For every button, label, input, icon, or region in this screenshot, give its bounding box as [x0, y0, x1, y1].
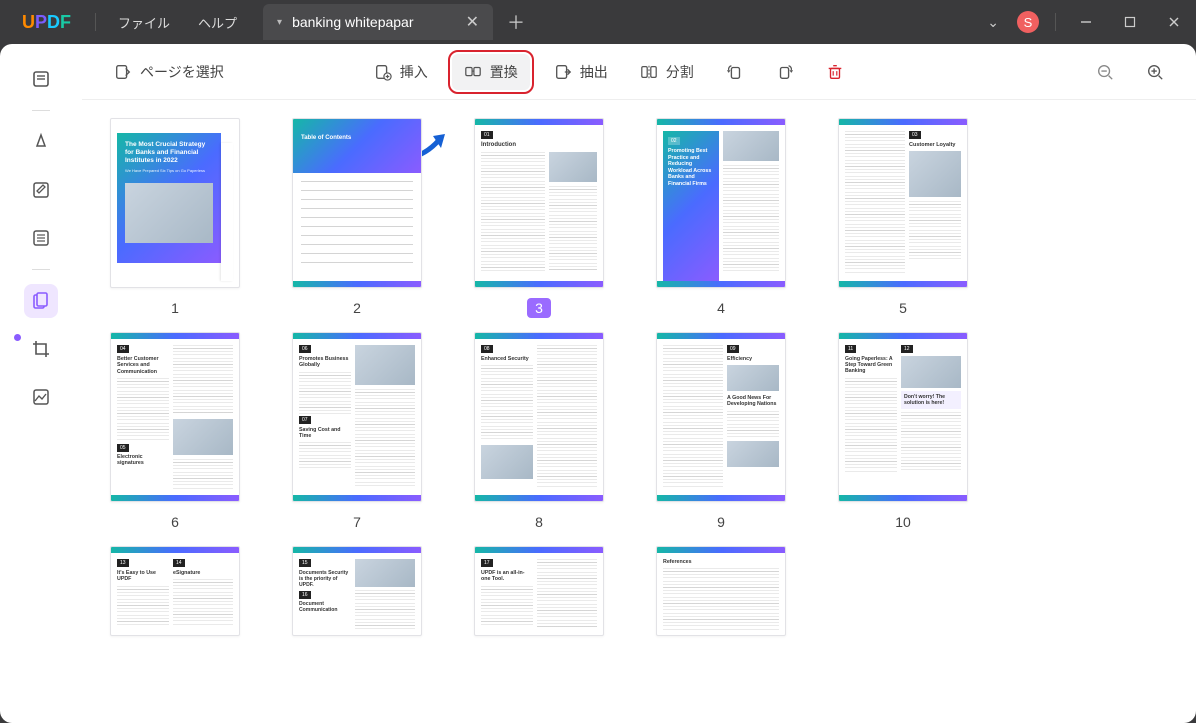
page-number: 1	[163, 298, 187, 318]
select-icon	[114, 63, 132, 81]
select-pages-button[interactable]: ページを選択	[102, 54, 236, 90]
rotate-left-button[interactable]	[714, 55, 756, 89]
page-thumbnail[interactable]: 03 Customer Loyalty	[838, 118, 968, 288]
split-label: 分割	[666, 62, 694, 82]
insert-label: 挿入	[400, 62, 428, 82]
crop-tool-icon[interactable]	[24, 332, 58, 366]
tab-close-icon[interactable]: ✕	[466, 12, 479, 32]
new-tab-button[interactable]: ＋	[493, 9, 539, 35]
page-number: 6	[163, 512, 187, 532]
page-thumbnail[interactable]: 15 Documents Security is the priority of…	[292, 546, 422, 636]
split-button[interactable]: 分割	[628, 54, 706, 90]
page-thumbnail[interactable]: The Most Crucial Strategy for Banks and …	[110, 118, 240, 288]
rotate-right-icon	[776, 63, 794, 81]
page-number: 5	[891, 298, 915, 318]
page-thumbnail[interactable]: Table of Contents	[292, 118, 422, 288]
insert-icon	[374, 63, 392, 81]
menu-help[interactable]: ヘルプ	[184, 13, 251, 32]
zoom-in-icon	[1146, 63, 1164, 81]
divider	[95, 13, 96, 31]
page-thumbnail[interactable]: 17 UPDF is an all-in-one Tool.	[474, 546, 604, 636]
reader-tool-icon[interactable]	[24, 62, 58, 96]
page-grid: The Most Crucial Strategy for Banks and …	[82, 100, 1196, 723]
page-number: 2	[345, 298, 369, 318]
tab-title: banking whitepapar	[292, 14, 466, 30]
page-thumbnail[interactable]: 01 Introduction	[474, 118, 604, 288]
page-toolbar: ページを選択 挿入 置換 抽出	[82, 44, 1196, 100]
window-close-button[interactable]	[1152, 0, 1196, 44]
watermark-tool-icon[interactable]	[24, 380, 58, 414]
app-logo: UPDF	[0, 12, 87, 33]
page-thumbnail[interactable]: 11 Going Paperless: A Step Toward Green …	[838, 332, 968, 502]
delete-button[interactable]	[814, 55, 856, 89]
page-number: 9	[709, 512, 733, 532]
organize-pages-tool-icon[interactable]	[24, 284, 58, 318]
page-thumbnail[interactable]: 06 Promotes Business Globally 07 Saving …	[292, 332, 422, 502]
divider	[1055, 13, 1056, 31]
rotate-left-icon	[726, 63, 744, 81]
ocr-tool-icon[interactable]	[24, 221, 58, 255]
select-pages-label: ページを選択	[140, 62, 224, 82]
zoom-out-button[interactable]	[1084, 55, 1126, 89]
menu-file[interactable]: ファイル	[104, 13, 184, 32]
page-thumbnail[interactable]: 13 It's Easy to Use UPDF 14 eSignature	[110, 546, 240, 636]
zoom-out-icon	[1096, 63, 1114, 81]
comment-tool-icon[interactable]	[24, 125, 58, 159]
page-number: 3	[527, 298, 551, 318]
page-thumbnail[interactable]: 04 Better Customer Services and Communic…	[110, 332, 240, 502]
page-thumbnail[interactable]: 08 Enhanced Security	[474, 332, 604, 502]
window-minimize-button[interactable]	[1064, 0, 1108, 44]
extract-button[interactable]: 抽出	[542, 54, 620, 90]
extract-icon	[554, 63, 572, 81]
window-maximize-button[interactable]	[1108, 0, 1152, 44]
page-number: 7	[345, 512, 369, 532]
rotate-right-button[interactable]	[764, 55, 806, 89]
edit-tool-icon[interactable]	[24, 173, 58, 207]
zoom-in-button[interactable]	[1134, 55, 1176, 89]
replace-label: 置換	[490, 62, 518, 82]
page-number: 8	[527, 512, 551, 532]
active-indicator-icon	[14, 334, 21, 341]
titlebar: UPDF ファイル ヘルプ ▾ banking whitepapar ✕ ＋ ⌄…	[0, 0, 1196, 44]
tab-menu-icon[interactable]: ▾	[277, 17, 282, 28]
replace-icon	[464, 63, 482, 81]
page-thumbnail[interactable]: References	[656, 546, 786, 636]
replace-highlight: 置換	[448, 50, 534, 94]
page-thumbnail[interactable]: 09 Efficiency A Good News For Developing…	[656, 332, 786, 502]
user-avatar[interactable]: S	[1017, 11, 1039, 33]
replace-button[interactable]: 置換	[452, 54, 530, 90]
page-thumbnail[interactable]: 02 Promoting Best Practice and Reducing …	[656, 118, 786, 288]
page-number: 4	[709, 298, 733, 318]
insert-button[interactable]: 挿入	[362, 54, 440, 90]
document-tab[interactable]: ▾ banking whitepapar ✕	[263, 4, 493, 40]
left-sidebar	[0, 44, 82, 723]
tabs-dropdown-icon[interactable]: ⌄	[977, 14, 1009, 31]
split-icon	[640, 63, 658, 81]
page-number: 10	[887, 512, 919, 532]
trash-icon	[826, 63, 844, 81]
extract-label: 抽出	[580, 62, 608, 82]
